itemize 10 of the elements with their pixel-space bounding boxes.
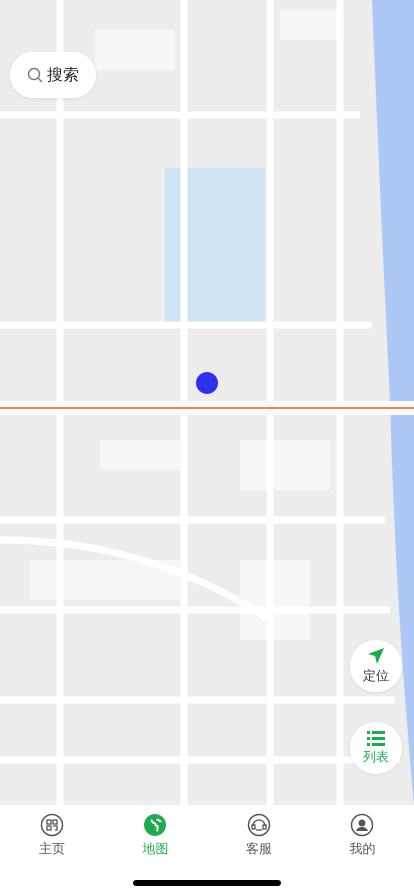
qr-code-icon — [40, 813, 64, 837]
tab[interactable]: 主页 — [28, 813, 75, 858]
tab[interactable]: 我的 — [339, 813, 386, 858]
search-icon — [27, 67, 43, 83]
navigation-arrow-icon — [367, 647, 385, 665]
person-icon — [350, 813, 374, 837]
map-area[interactable]: 搜索 定位 列表 — [0, 0, 414, 805]
list-icon — [367, 730, 385, 746]
headset-icon — [246, 813, 271, 837]
tab[interactable]: 客服 — [236, 813, 282, 858]
